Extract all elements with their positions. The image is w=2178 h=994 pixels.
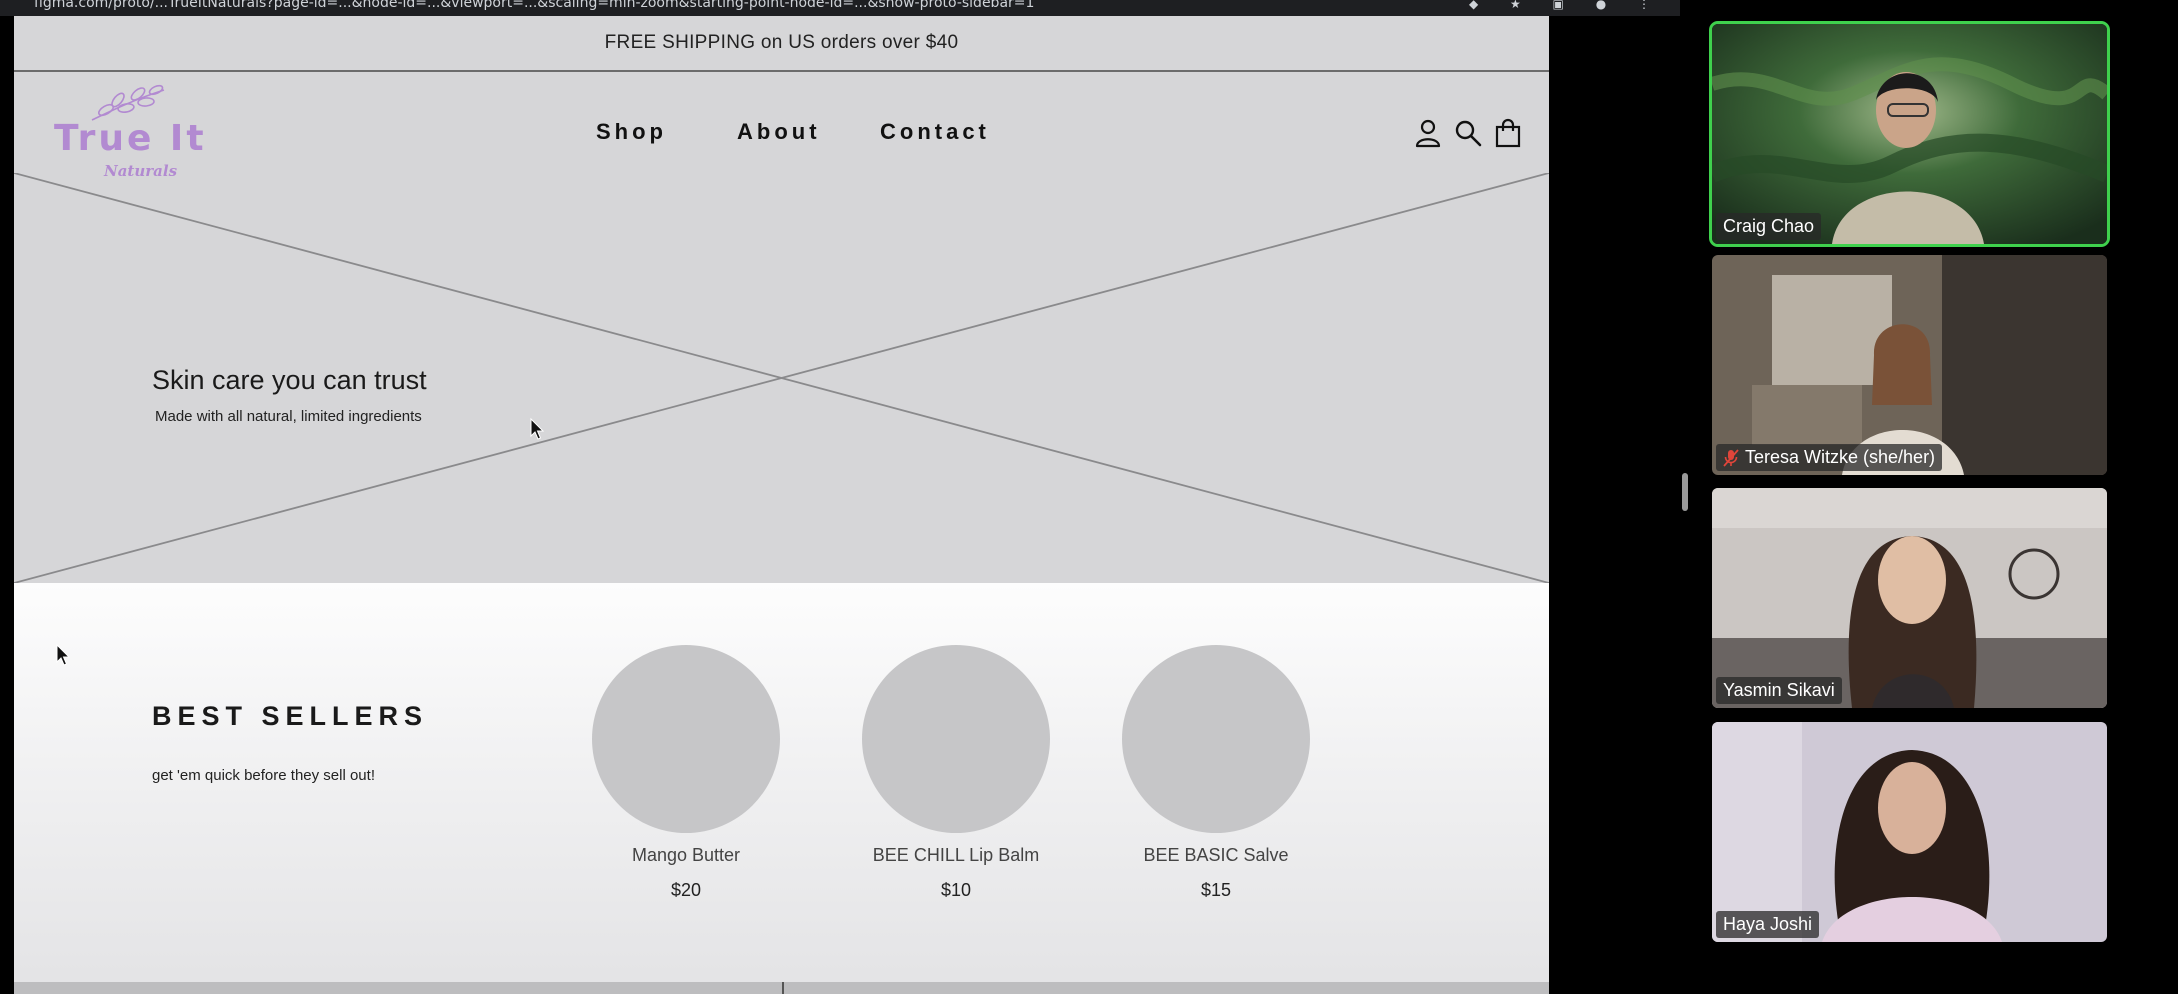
participant-name-label: Teresa Witzke (she/her): [1716, 444, 1943, 471]
sidebar-resize-handle[interactable]: [1682, 473, 1688, 511]
product-price: $15: [1200, 880, 1232, 900]
nav-contact[interactable]: Contact: [880, 119, 990, 145]
participant-tile-yasmin-sikavi[interactable]: Yasmin Sikavi: [1712, 488, 2107, 708]
product-name[interactable]: BEE BASIC Salve: [1086, 845, 1346, 866]
mouse-cursor-icon: [530, 417, 545, 440]
website-prototype: FREE SHIPPING on US orders over $40 True…: [14, 16, 1549, 994]
participant-name-label: Yasmin Sikavi: [1716, 677, 1842, 704]
product-card-bee-basic-salve[interactable]: BEE BASIC Salve $15: [1086, 645, 1346, 901]
product-card-mango-butter[interactable]: Mango Butter $20: [556, 645, 816, 901]
shopping-bag-icon[interactable]: [1492, 117, 1524, 149]
participant-name: Craig Chao: [1723, 216, 1815, 236]
hero-title: Skin care you can trust: [152, 365, 427, 395]
browser-toolbar: figma.com/proto/...TrueItNaturals?page-i…: [0, 0, 1680, 16]
participant-video: [1712, 488, 2107, 708]
mouse-cursor-icon: [56, 643, 71, 666]
product-name[interactable]: BEE CHILL Lip Balm: [826, 845, 1086, 866]
nav-shop[interactable]: Shop: [596, 119, 667, 145]
participant-name: Teresa Witzke (she/her): [1745, 447, 1936, 467]
participant-tile-craig-chao[interactable]: Craig Chao: [1709, 21, 2110, 247]
participant-name-label: Craig Chao: [1716, 213, 1822, 240]
product-image-placeholder[interactable]: [1122, 645, 1310, 833]
best-sellers-title: BEST SELLERS: [152, 701, 429, 731]
divider-tick: [782, 982, 784, 994]
product-price: $20: [670, 880, 702, 900]
participant-name: Haya Joshi: [1723, 914, 1813, 934]
next-section-edge: [14, 982, 1549, 994]
search-icon[interactable]: [1452, 117, 1484, 149]
product-card-bee-chill-lip-balm[interactable]: BEE CHILL Lip Balm $10: [826, 645, 1086, 901]
participant-name: Yasmin Sikavi: [1723, 680, 1835, 700]
account-icon[interactable]: [1412, 117, 1444, 149]
best-sellers-subtitle: get 'em quick before they sell out!: [152, 767, 375, 784]
participant-video: [1712, 255, 2107, 475]
best-sellers-section: BEST SELLERS get 'em quick before they s…: [14, 583, 1549, 994]
brand-logo[interactable]: True It Naturals: [40, 82, 204, 182]
address-bar[interactable]: figma.com/proto/...TrueItNaturals?page-i…: [34, 0, 1034, 11]
participant-tile-teresa-witzke[interactable]: Teresa Witzke (she/her): [1712, 255, 2107, 475]
muted-microphone-icon: [1723, 448, 1739, 467]
product-image-placeholder[interactable]: [862, 645, 1050, 833]
nav-about[interactable]: About: [737, 119, 821, 145]
participant-video: [1712, 24, 2107, 244]
announcement-text: FREE SHIPPING on US orders over $40: [604, 32, 959, 53]
product-name[interactable]: Mango Butter: [556, 845, 816, 866]
participant-tile-haya-joshi[interactable]: Haya Joshi: [1712, 722, 2107, 942]
product-price: $10: [940, 880, 972, 900]
participant-name-label: Haya Joshi: [1716, 911, 1820, 938]
hero-subtitle: Made with all natural, limited ingredien…: [155, 408, 422, 425]
announcement-bar: FREE SHIPPING on US orders over $40: [14, 16, 1549, 72]
browser-extension-icons[interactable]: ◆ ★ ▣ ● ⋮: [1469, 0, 1664, 11]
logo-brand-text: True It: [54, 118, 207, 159]
product-image-placeholder[interactable]: [592, 645, 780, 833]
hero-image-placeholder: Skin care you can trust Made with all na…: [14, 173, 1549, 583]
participant-video: [1712, 722, 2107, 942]
